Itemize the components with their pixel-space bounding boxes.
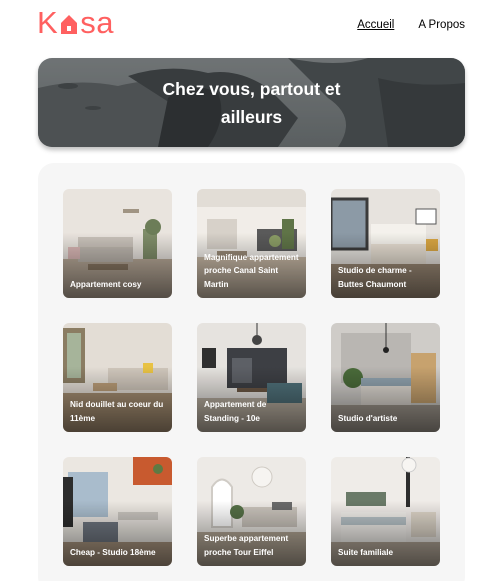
card-title: Appartement cosy	[70, 279, 142, 289]
rental-gallery: Appartement cosy Magnifique appartement …	[38, 163, 465, 581]
card-overlay: Nid douillet au coeur du 11ème	[63, 323, 172, 432]
card-overlay: Magnifique appartement proche Canal Sain…	[197, 189, 306, 298]
card-title: Superbe appartement proche Tour Eiffel	[204, 534, 289, 557]
nav-link-a-propos[interactable]: A Propos	[418, 19, 465, 31]
nav-link-accueil[interactable]: Accueil	[357, 19, 394, 31]
card-title: Nid douillet au coeur du 11ème	[70, 400, 164, 423]
site-header: K sa Accueil A Propos	[0, 0, 499, 50]
banner-title: Chez vous, partout et ailleurs	[162, 78, 341, 127]
main-nav: Accueil A Propos	[357, 19, 465, 31]
logo-letters-sa: sa	[80, 5, 114, 40]
card-overlay: Appartement cosy	[63, 189, 172, 298]
card-overlay: Studio d'artiste	[331, 323, 440, 432]
card-title: Studio d'artiste	[338, 413, 398, 423]
card-title: Cheap - Studio 18ème	[70, 547, 156, 557]
hero-banner: Chez vous, partout et ailleurs	[38, 58, 465, 147]
card-overlay: Studio de charme - Buttes Chaumont	[331, 189, 440, 298]
card-overlay: Cheap - Studio 18ème	[63, 457, 172, 566]
card-overlay: Superbe appartement proche Tour Eiffel	[197, 457, 306, 566]
card-overlay: Appartement de Standing - 10e	[197, 323, 306, 432]
card-overlay: Suite familiale	[331, 457, 440, 566]
card-title: Studio de charme - Buttes Chaumont	[338, 266, 412, 289]
house-icon	[59, 10, 79, 36]
card-title: Suite familiale	[338, 547, 394, 557]
card-title: Magnifique appartement proche Canal Sain…	[204, 252, 299, 289]
card-title: Appartement de Standing - 10e	[204, 400, 267, 423]
kasa-logo[interactable]: K sa	[37, 6, 114, 40]
logo-letter-k: K	[37, 5, 59, 40]
